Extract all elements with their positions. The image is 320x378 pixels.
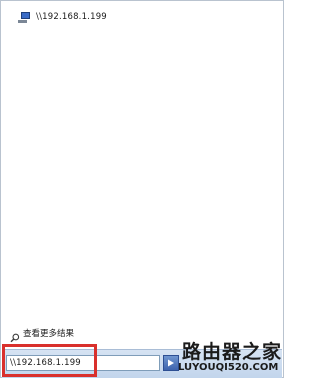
start-menu-search-window: \\192.168.1.199 查看更多结果 路由器之家 LUYOUQI520.…	[0, 0, 284, 378]
arrow-right-icon	[168, 359, 174, 367]
see-more-results-link[interactable]: 查看更多结果	[10, 327, 75, 343]
search-results-panel: \\192.168.1.199 查看更多结果	[2, 2, 282, 348]
search-result-label: \\192.168.1.199	[36, 12, 107, 22]
search-go-button[interactable]	[163, 355, 179, 371]
search-result-item[interactable]: \\192.168.1.199	[18, 10, 107, 24]
search-input[interactable]	[6, 355, 160, 371]
search-bar	[2, 349, 282, 378]
magnifier-icon	[10, 328, 20, 343]
see-more-results-label: 查看更多结果	[23, 329, 75, 339]
network-computer-icon	[18, 11, 31, 23]
